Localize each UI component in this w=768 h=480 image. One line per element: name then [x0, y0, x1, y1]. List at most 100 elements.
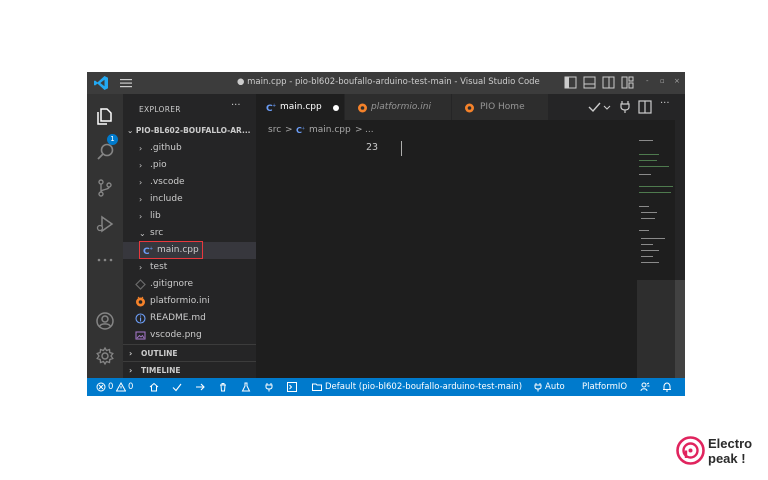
customize-layout-icon[interactable] — [621, 76, 634, 89]
test-flask-icon[interactable] — [241, 382, 251, 392]
feedback-icon[interactable] — [640, 382, 650, 392]
tree-file-gitignore[interactable]: .gitignore — [123, 276, 256, 293]
breadcrumb-main-cpp[interactable]: main.cpp — [309, 121, 351, 139]
pio-home-icon[interactable] — [149, 382, 159, 392]
chevron-right-icon: › — [139, 161, 143, 170]
outline-label: OUTLINE — [141, 349, 178, 358]
svg-text:+: + — [301, 126, 305, 132]
settings-gear-icon[interactable] — [95, 346, 115, 366]
tree-file-platformio-ini[interactable]: platformio.ini — [123, 293, 256, 310]
tree-folder-vscode[interactable]: › .vscode — [123, 174, 256, 191]
breadcrumb-symbol[interactable]: ... — [365, 121, 374, 139]
account-icon[interactable] — [95, 311, 115, 331]
project-environment[interactable]: Default (pio-bl602-boufallo-arduino-test… — [325, 378, 522, 396]
workspace-root-folder[interactable]: ⌄ PIO-BL602-BOUFALLO-AR... — [127, 126, 251, 135]
cpp-file-icon: C + — [266, 103, 276, 113]
chevron-right-icon: › — [139, 144, 143, 153]
minimap-slider[interactable] — [637, 280, 675, 378]
tree-file-vscode-png[interactable]: vscode.png — [123, 327, 256, 344]
minimize-button[interactable]: - — [646, 77, 649, 85]
source-control-icon[interactable] — [95, 178, 115, 198]
tree-item-label: .pio — [150, 160, 167, 170]
warning-count[interactable]: 0 — [128, 378, 133, 396]
notifications-bell-icon[interactable] — [662, 382, 672, 392]
error-icon — [96, 382, 106, 392]
title-bar: ● main.cpp - pio-bl602-boufallo-arduino-… — [87, 72, 685, 94]
tree-item-label: platformio.ini — [150, 296, 210, 306]
minimap-line — [639, 192, 671, 193]
svg-text:+: + — [272, 103, 276, 109]
tab-pio-home[interactable]: PIO Home — [452, 94, 548, 120]
build-check-icon[interactable] — [172, 382, 182, 392]
tree-folder-src[interactable]: ⌄ src — [123, 225, 256, 242]
platformio-icon — [358, 103, 367, 113]
run-debug-icon[interactable] — [95, 214, 115, 234]
minimap-line — [639, 186, 673, 187]
vscode-logo-icon — [94, 76, 108, 90]
chevron-right-icon: › — [139, 212, 143, 221]
platformio-icon — [465, 103, 474, 113]
auto-port[interactable]: Auto — [545, 378, 565, 396]
minimap-line — [641, 250, 659, 251]
plug-icon[interactable] — [619, 100, 631, 114]
close-button[interactable]: × — [674, 77, 680, 85]
split-editor-icon[interactable] — [638, 100, 652, 114]
error-count[interactable]: 0 — [108, 378, 113, 396]
vscode-window: ● main.cpp - pio-bl602-boufallo-arduino-… — [87, 72, 685, 396]
text-cursor — [401, 141, 402, 156]
serial-monitor-plug-icon[interactable] — [264, 382, 274, 392]
upload-arrow-icon[interactable] — [195, 382, 205, 392]
terminal-icon[interactable] — [287, 382, 297, 392]
electropeak-logo-icon — [676, 436, 705, 465]
tree-file-readme[interactable]: README.md — [123, 310, 256, 327]
explorer-more-actions[interactable]: ··· — [231, 100, 241, 111]
tree-folder-github[interactable]: › .github — [123, 140, 256, 157]
cpp-file-icon: C + — [296, 125, 305, 135]
tab-platformio-ini[interactable]: platformio.ini — [345, 94, 451, 120]
more-views-icon[interactable] — [95, 250, 115, 270]
explorer-sidebar: EXPLORER ··· ⌄ PIO-BL602-BOUFALLO-AR... … — [123, 94, 256, 378]
electropeak-logo: Electro peak ! — [676, 436, 756, 468]
search-icon[interactable] — [95, 142, 115, 162]
tree-item-label: README.md — [150, 313, 206, 323]
outline-section[interactable]: › OUTLINE — [123, 344, 256, 362]
warning-icon — [116, 382, 126, 392]
clean-trash-icon[interactable] — [218, 382, 228, 392]
minimap[interactable] — [637, 120, 685, 378]
minimap-line — [639, 230, 649, 231]
minimap-line — [639, 166, 669, 167]
activity-bar: 1 — [87, 94, 123, 378]
toggle-sidebar-icon[interactable] — [564, 76, 577, 89]
minimap-line — [639, 160, 657, 161]
scrollbar-thumb[interactable] — [675, 280, 685, 378]
tree-folder-pio[interactable]: › .pio — [123, 157, 256, 174]
chevron-right-icon: › — [139, 263, 143, 272]
editor-more-actions[interactable]: ··· — [660, 98, 670, 112]
code-editor[interactable]: 23 — [256, 139, 637, 378]
minimap-line — [641, 238, 665, 239]
highlight-box — [139, 241, 203, 259]
chevron-right-icon: › — [129, 366, 133, 375]
tree-folder-include[interactable]: › include — [123, 191, 256, 208]
maximize-button[interactable]: ▫ — [660, 77, 665, 85]
toggle-panel-icon[interactable] — [583, 76, 596, 89]
tree-folder-test[interactable]: › test — [123, 259, 256, 276]
minimap-line — [641, 212, 657, 213]
checkmark-dropdown-icon[interactable] — [588, 100, 612, 114]
chevron-right-icon: › — [139, 195, 143, 204]
modified-dot-icon[interactable] — [333, 105, 339, 111]
tree-item-label: lib — [150, 211, 161, 221]
tree-folder-lib[interactable]: › lib — [123, 208, 256, 225]
breadcrumb-src[interactable]: src — [268, 121, 281, 139]
platformio-status[interactable]: PlatformIO — [582, 378, 627, 396]
tab-main-cpp[interactable]: C + main.cpp — [256, 94, 344, 120]
minimap-line — [641, 244, 653, 245]
explorer-icon[interactable] — [95, 106, 115, 126]
toggle-secondary-sidebar-icon[interactable] — [602, 76, 615, 89]
tree-item-label: test — [150, 262, 168, 272]
menu-icon[interactable] — [119, 77, 133, 89]
tree-item-label: src — [150, 228, 164, 238]
brand-line2: peak ! — [708, 451, 746, 466]
timeline-section[interactable]: › TIMELINE — [123, 361, 256, 379]
editor-tabs: C + main.cpp platformio.ini PIO Home ··· — [256, 94, 685, 120]
